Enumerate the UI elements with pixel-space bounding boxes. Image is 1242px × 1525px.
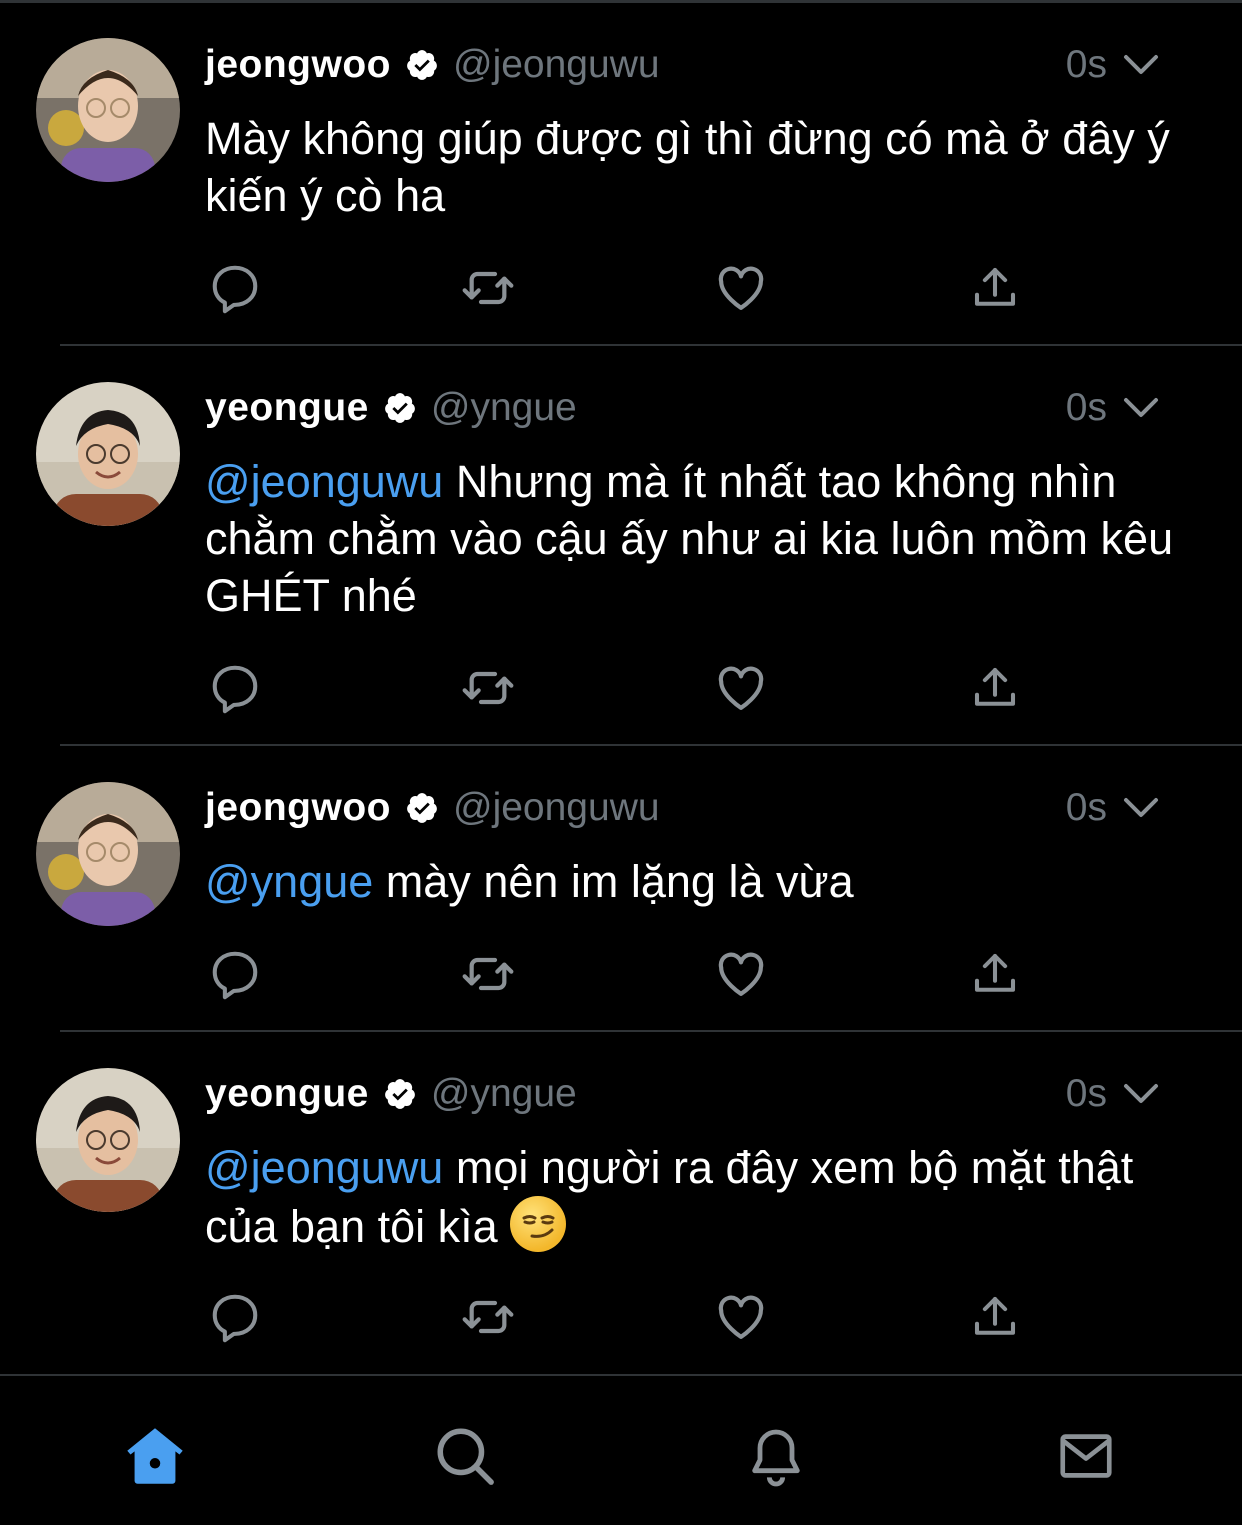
smirking-face-emoji-icon — [510, 1196, 567, 1252]
display-name[interactable]: jeongwoo — [205, 43, 391, 87]
reply-icon[interactable] — [205, 258, 265, 318]
tweet-divider — [60, 744, 1242, 746]
timestamp: 0s — [1065, 386, 1107, 429]
like-icon[interactable] — [711, 944, 771, 1004]
avatar[interactable] — [36, 782, 180, 926]
tweet-text: @yngue mày nên im lặng là vừa — [205, 853, 1205, 910]
avatar[interactable] — [36, 1068, 180, 1212]
handle[interactable]: @jeonguwu — [453, 786, 660, 830]
home-icon[interactable] — [115, 1416, 195, 1496]
mention-link[interactable]: @yngue — [205, 856, 373, 907]
reply-icon[interactable] — [205, 658, 265, 718]
tweet-divider — [60, 1030, 1242, 1032]
handle[interactable]: @jeonguwu — [453, 43, 660, 87]
display-name[interactable]: jeongwoo — [205, 786, 391, 830]
tweet-actions — [205, 1287, 1045, 1347]
share-icon[interactable] — [965, 658, 1025, 718]
mention-link[interactable]: @jeonguwu — [205, 1142, 443, 1193]
tweet-actions — [205, 658, 1045, 718]
handle[interactable]: @yngue — [431, 386, 577, 430]
reply-icon[interactable] — [205, 1287, 265, 1347]
verified-badge-icon — [384, 393, 415, 423]
timestamp: 0s — [1065, 1072, 1107, 1115]
display-name[interactable]: yeongue — [205, 1072, 369, 1116]
share-icon[interactable] — [965, 1287, 1025, 1347]
tweet-actions — [205, 258, 1045, 318]
chevron-down-icon[interactable] — [1123, 796, 1159, 820]
like-icon[interactable] — [711, 258, 771, 318]
tweet-header: yeongue @yngue 0s — [205, 383, 1205, 433]
retweet-icon[interactable] — [458, 658, 518, 718]
verified-badge-icon — [407, 50, 437, 80]
chevron-down-icon[interactable] — [1123, 53, 1159, 77]
tweet-body: Mày không giúp được gì thì đừng có mà ở … — [205, 113, 1170, 221]
avatar[interactable] — [36, 38, 180, 182]
share-icon[interactable] — [965, 258, 1025, 318]
mention-link[interactable]: @jeonguwu — [205, 456, 443, 507]
tweet-divider — [60, 344, 1242, 346]
verified-badge-icon — [407, 793, 437, 823]
share-icon[interactable] — [965, 944, 1025, 1004]
tweet-header: jeongwoo @jeonguwu 0s — [205, 40, 1205, 90]
avatar[interactable] — [36, 382, 180, 526]
bottom-tab-bar — [0, 1374, 1242, 1525]
display-name[interactable]: yeongue — [205, 386, 369, 430]
tweet-body: mày nên im lặng là vừa — [373, 856, 854, 907]
tweet-header: jeongwoo @jeonguwu 0s — [205, 783, 1205, 833]
tweet-text: @jeonguwu Nhưng mà ít nhất tao không nhì… — [205, 453, 1205, 624]
retweet-icon[interactable] — [458, 258, 518, 318]
chevron-down-icon[interactable] — [1123, 396, 1159, 420]
tweet-actions — [205, 944, 1045, 1004]
retweet-icon[interactable] — [458, 944, 518, 1004]
messages-icon[interactable] — [1046, 1416, 1126, 1496]
like-icon[interactable] — [711, 658, 771, 718]
tweet-text: @jeonguwu mọi người ra đây xem bộ mặt th… — [205, 1139, 1205, 1255]
tweet-header: yeongue @yngue 0s — [205, 1069, 1205, 1119]
chevron-down-icon[interactable] — [1123, 1082, 1159, 1106]
timestamp: 0s — [1065, 786, 1107, 829]
timestamp: 0s — [1065, 43, 1107, 86]
reply-icon[interactable] — [205, 944, 265, 1004]
retweet-icon[interactable] — [458, 1287, 518, 1347]
handle[interactable]: @yngue — [431, 1072, 577, 1116]
top-divider — [0, 0, 1242, 3]
verified-badge-icon — [384, 1079, 415, 1109]
tweet-text: Mày không giúp được gì thì đừng có mà ở … — [205, 110, 1205, 224]
notifications-icon[interactable] — [736, 1416, 816, 1496]
like-icon[interactable] — [711, 1287, 771, 1347]
search-icon[interactable] — [425, 1416, 505, 1496]
